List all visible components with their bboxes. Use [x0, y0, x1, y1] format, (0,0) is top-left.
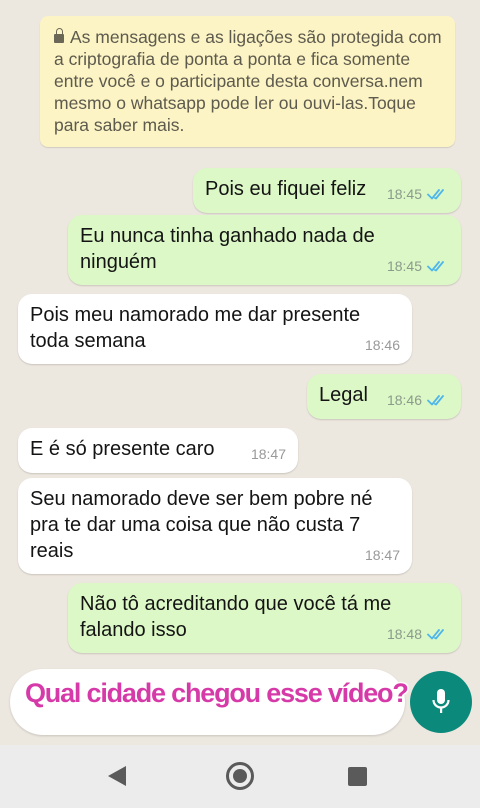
message-time: 18:47	[365, 542, 400, 568]
message-bubble[interactable]: Seu namorado deve ser bem pobre né pra t…	[18, 478, 412, 574]
message-text: Pois eu fiquei feliz	[205, 178, 367, 200]
message-bubble[interactable]: Eu nunca tinha ganhado nada de ninguém 1…	[68, 215, 461, 285]
message-bubble[interactable]: E é só presente caro 18:47	[18, 428, 298, 473]
lock-icon	[54, 28, 64, 43]
overlay-caption: Qual cidade chegou esse vídeo?	[25, 678, 409, 708]
double-check-icon	[427, 395, 444, 406]
message-time: 18:46	[365, 332, 400, 358]
time-label: 18:46	[364, 337, 400, 353]
message-bubble[interactable]: Pois meu namorado me dar presente toda s…	[18, 294, 412, 364]
message-text: Não tô acreditando que você tá me faland…	[80, 593, 392, 641]
chat-area[interactable]: As mensagens e as ligações são protegida…	[0, 0, 480, 745]
time-label: 18:46	[386, 392, 422, 408]
time-label: 18:45	[386, 186, 422, 202]
message-text: Pois meu namorado me dar presente toda s…	[30, 304, 361, 352]
recent-apps-icon[interactable]	[348, 767, 367, 786]
message-text: Eu nunca tinha ganhado nada de ninguém	[80, 225, 375, 273]
message-text: Legal	[319, 384, 368, 406]
message-time: 18:47	[251, 441, 286, 467]
message-bubble[interactable]: Legal 18:46	[307, 374, 461, 419]
home-icon[interactable]	[226, 762, 254, 790]
microphone-icon	[432, 689, 450, 713]
double-check-icon	[427, 189, 444, 200]
time-label: 18:47	[250, 446, 286, 462]
message-time: 18:45	[387, 181, 449, 207]
message-text: Seu namorado deve ser bem pobre né pra t…	[30, 488, 373, 562]
encryption-notice-text: As mensagens e as ligações são protegida…	[54, 27, 442, 135]
message-text: E é só presente caro	[30, 438, 215, 460]
message-bubble[interactable]: Não tô acreditando que você tá me faland…	[68, 583, 461, 653]
back-icon[interactable]	[108, 766, 126, 786]
microphone-button[interactable]	[410, 671, 472, 733]
double-check-icon	[427, 261, 444, 272]
double-check-icon	[427, 629, 444, 640]
time-label: 18:47	[364, 547, 400, 563]
message-time: 18:46	[387, 387, 449, 413]
message-time: 18:48	[387, 621, 449, 647]
encryption-notice[interactable]: As mensagens e as ligações são protegida…	[40, 16, 455, 147]
time-label: 18:48	[386, 626, 422, 642]
message-bubble[interactable]: Pois eu fiquei feliz 18:45	[193, 168, 461, 213]
time-label: 18:45	[386, 258, 422, 274]
message-time: 18:45	[387, 253, 449, 279]
